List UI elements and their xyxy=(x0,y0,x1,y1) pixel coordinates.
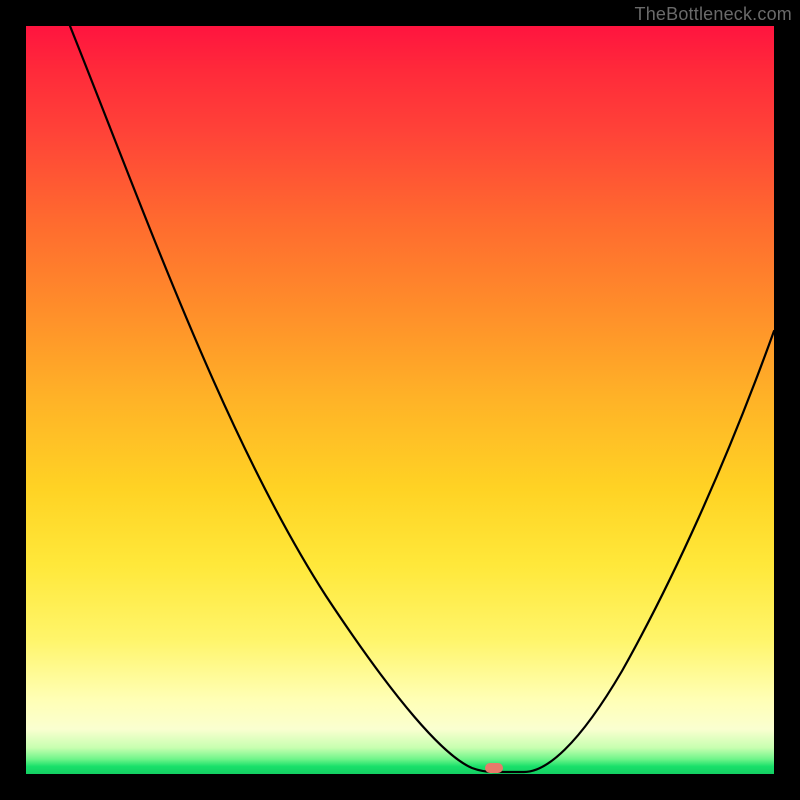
chart-frame: TheBottleneck.com xyxy=(0,0,800,800)
plot-area xyxy=(26,26,774,774)
optimal-marker xyxy=(485,763,503,773)
bottleneck-curve xyxy=(26,26,774,774)
curve-path xyxy=(70,26,774,772)
watermark-text: TheBottleneck.com xyxy=(635,4,792,25)
